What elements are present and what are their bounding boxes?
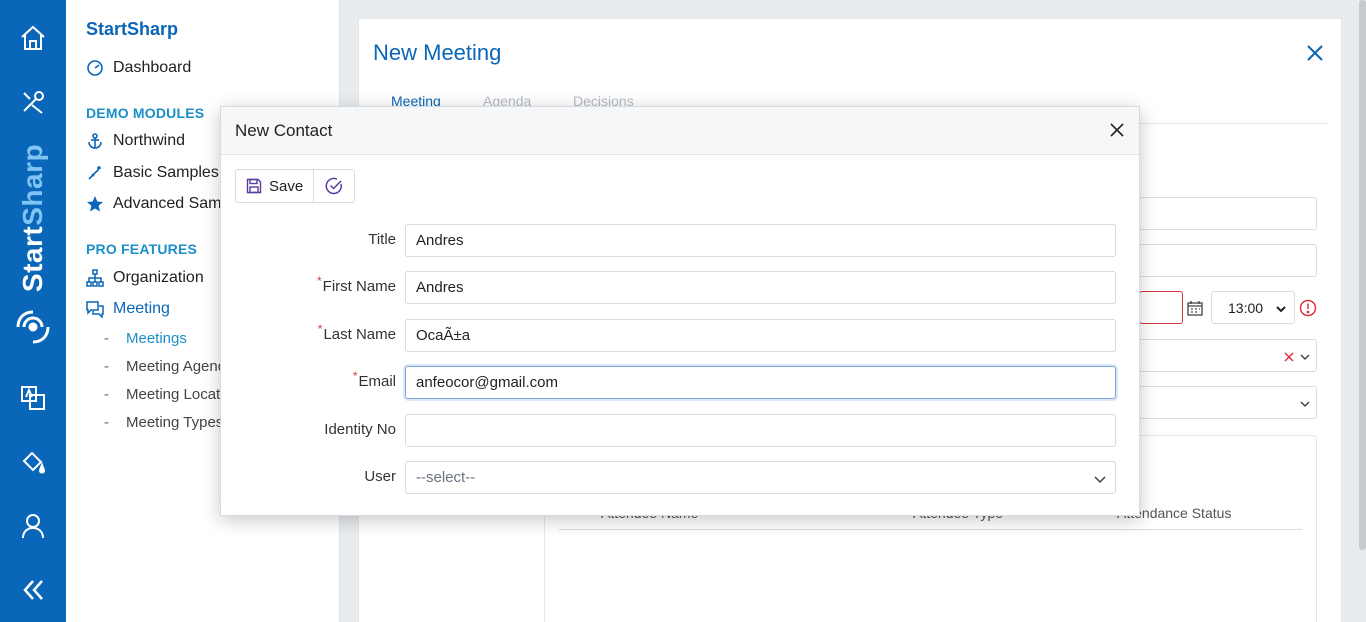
anchor-icon xyxy=(86,132,104,150)
new-contact-dialog: New Contact Save Title *First Name *Last… xyxy=(220,106,1140,516)
dialog-header: New Contact xyxy=(221,107,1139,155)
clear-icon[interactable] xyxy=(1284,352,1294,362)
sidebar-item-label: Organization xyxy=(113,269,204,286)
tools-icon[interactable] xyxy=(0,74,66,130)
check-circle-icon xyxy=(325,177,343,195)
apply-changes-button[interactable] xyxy=(313,170,354,202)
last-name-input[interactable] xyxy=(405,319,1116,352)
required-marker: * xyxy=(352,369,358,383)
identity-no-label: Identity No xyxy=(324,421,396,438)
user-select[interactable]: --select-- xyxy=(405,461,1116,494)
sidebar-subitem-meeting-types[interactable]: - Meeting Types xyxy=(104,414,223,431)
identity-no-input[interactable] xyxy=(405,414,1116,447)
star-icon xyxy=(86,195,104,213)
chevron-down-icon xyxy=(1300,401,1310,408)
save-button-label: Save xyxy=(269,177,304,195)
close-icon[interactable] xyxy=(1305,43,1325,63)
email-label: *Email xyxy=(352,369,396,390)
translate-icon[interactable] xyxy=(0,370,66,426)
meeting-dialog-title: New Meeting xyxy=(373,40,502,65)
location-select[interactable] xyxy=(1139,339,1317,372)
grid-header-divider xyxy=(559,529,1302,530)
first-name-label: *First Name xyxy=(316,274,396,295)
sidebar-item-organization[interactable]: Organization xyxy=(86,269,204,287)
chevron-down-icon xyxy=(1300,354,1310,361)
title-input[interactable] xyxy=(405,224,1116,257)
home-icon[interactable] xyxy=(0,10,66,66)
floppy-disk-icon xyxy=(246,178,262,194)
start-date-input[interactable] xyxy=(1139,291,1183,324)
icon-rail: StartSharp xyxy=(0,0,66,622)
start-time-select[interactable]: 13:00 xyxy=(1211,291,1295,324)
sidebar-subitem-label: Meetings xyxy=(126,330,187,347)
sidebar-item-label: Basic Samples xyxy=(113,164,219,181)
sidebar-item-dashboard[interactable]: Dashboard xyxy=(86,59,191,77)
brand-logo: StartSharp xyxy=(0,140,66,350)
chat-icon xyxy=(86,300,104,318)
paint-bucket-icon[interactable] xyxy=(0,434,66,490)
required-marker: * xyxy=(316,274,322,288)
sidebar-subitem-meetings[interactable]: - Meetings xyxy=(104,330,187,347)
sidebar-brand[interactable]: StartSharp xyxy=(86,19,178,40)
sidebar-item-label: Meeting xyxy=(113,300,170,317)
sidebar-item-northwind[interactable]: Northwind xyxy=(86,132,185,150)
dashboard-icon xyxy=(86,59,104,77)
sidebar-item-meeting[interactable]: Meeting xyxy=(86,300,170,318)
first-name-input[interactable] xyxy=(405,271,1116,304)
user-select-value: --select-- xyxy=(416,469,476,486)
sidebar-item-label: Northwind xyxy=(113,132,186,149)
dialog-title: New Contact xyxy=(235,121,333,140)
chevron-down-icon xyxy=(1276,306,1286,313)
meeting-number-input[interactable] xyxy=(1139,244,1317,277)
org-chart-icon xyxy=(86,269,104,287)
required-marker: * xyxy=(317,322,323,336)
dialog-toolbar: Save xyxy=(235,169,356,203)
brand-vertical-text: StartSharp xyxy=(17,143,48,293)
sidebar-item-label: Dashboard xyxy=(113,59,192,76)
sidebar-item-basic-samples[interactable]: Basic Samples xyxy=(86,164,219,182)
start-time-value: 13:00 xyxy=(1228,300,1264,316)
close-icon[interactable] xyxy=(1109,122,1125,138)
section-pro-features: PRO FEATURES xyxy=(86,241,198,257)
last-name-label: *Last Name xyxy=(317,322,396,343)
organizer-select[interactable] xyxy=(1139,386,1317,419)
save-button[interactable]: Save xyxy=(236,170,313,202)
section-demo-modules: DEMO MODULES xyxy=(86,105,205,121)
sidebar-subitem-label: Meeting Types xyxy=(126,414,224,431)
chevron-down-icon xyxy=(1094,476,1106,484)
user-icon[interactable] xyxy=(0,498,66,554)
collapse-icon[interactable] xyxy=(0,562,66,618)
user-label: User xyxy=(364,468,396,485)
calendar-icon[interactable] xyxy=(1187,300,1203,316)
page-scrollbar[interactable] xyxy=(1359,0,1366,550)
meeting-name-input[interactable] xyxy=(1139,197,1317,230)
error-icon xyxy=(1299,299,1317,317)
brand-swirl-icon xyxy=(16,310,50,344)
title-label: Title xyxy=(368,231,396,248)
email-field[interactable] xyxy=(405,366,1116,399)
wand-icon xyxy=(86,164,104,182)
